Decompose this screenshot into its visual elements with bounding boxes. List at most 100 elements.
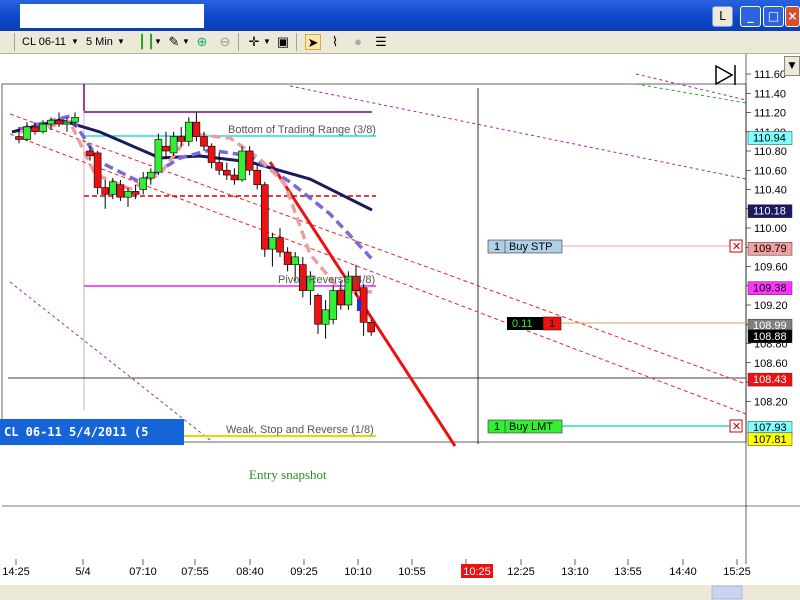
candle <box>101 179 109 209</box>
price-marker-label: 110.94 <box>753 133 786 145</box>
candle-body <box>147 171 155 179</box>
chevron-down-icon[interactable]: ▼ <box>784 56 800 76</box>
zoom-out-icon[interactable]: ⊖ <box>217 34 233 50</box>
price-marker-label: 108.43 <box>753 374 787 386</box>
candle-body <box>223 169 231 176</box>
chart-symbol-label: CL 06-11 5/4/2011 (5 Min) <box>0 419 184 465</box>
drawing-tools-icon[interactable]: ✎ <box>166 34 182 50</box>
candle-body <box>55 119 63 125</box>
y-axis-tick-label: 110.00 <box>754 223 787 235</box>
snapshot-caption: Entry snapshot <box>249 467 327 482</box>
candle <box>268 232 277 267</box>
price-marker-label: 109.79 <box>753 243 787 255</box>
candle-body <box>63 121 71 125</box>
candle-body <box>314 295 322 325</box>
candle <box>314 293 322 334</box>
chevron-down-icon[interactable]: ▼ <box>182 34 190 50</box>
buy-lmt-quantity: 1 <box>494 421 500 433</box>
position-quantity: 1 <box>549 318 555 330</box>
candle-body <box>253 169 261 185</box>
candle-body <box>23 126 31 140</box>
crosshair-icon[interactable]: ✛ <box>246 34 262 50</box>
candle-body <box>101 187 109 195</box>
candle-body <box>192 121 201 137</box>
candle-body <box>162 145 170 152</box>
candle <box>223 162 231 180</box>
candle <box>230 168 239 185</box>
y-axis-tick-label: 110.80 <box>754 146 787 158</box>
chevron-down-icon[interactable]: ▼ <box>154 34 162 50</box>
play-icon <box>715 64 734 86</box>
x-axis-tick-label: 12:25 <box>507 566 535 578</box>
candle-body <box>185 121 193 142</box>
x-axis-tick-label: 14:40 <box>669 566 697 578</box>
candle-body <box>359 287 368 323</box>
candle <box>253 165 261 190</box>
candle <box>321 300 330 339</box>
annotation-pivot: Pivot, Reverse (4/8) <box>278 274 375 286</box>
horizontal-scrollbar <box>0 585 800 600</box>
title-bar: L _ □ × <box>0 0 800 31</box>
maximize-icon[interactable]: □ <box>763 6 784 27</box>
annotation-weak-stop: Weak, Stop and Reverse (1/8) <box>226 424 374 436</box>
candle-body <box>260 184 269 250</box>
candle-body <box>245 150 254 171</box>
candle-body <box>124 191 132 198</box>
channel-line-upper <box>9 113 747 385</box>
price-marker-label: 108.88 <box>753 331 787 343</box>
candle <box>260 181 269 257</box>
candle-body <box>169 136 178 154</box>
x-axis-tick-label: 07:55 <box>181 566 209 578</box>
candle <box>147 168 155 185</box>
blue-marker <box>357 299 361 311</box>
candle-body <box>116 184 125 198</box>
chevron-down-icon[interactable]: ▼ <box>71 34 79 50</box>
price-chart[interactable]: Bottom of Trading Range (3/8) Pivot, Reve… <box>0 54 800 600</box>
candle <box>207 143 216 169</box>
trend-line-top-right <box>635 73 747 101</box>
candle <box>185 117 193 147</box>
minimize-icon[interactable]: _ <box>740 6 761 27</box>
chart-canvas[interactable]: Bottom of Trading Range (3/8) Pivot, Reve… <box>0 54 800 600</box>
candle <box>215 152 223 176</box>
candle-body <box>230 174 239 181</box>
data-box-icon[interactable]: ☰ <box>373 34 389 50</box>
strategy-icon[interactable]: ➤ <box>305 34 321 50</box>
y-axis-tick-label: 108.20 <box>754 396 788 408</box>
y-axis-tick-label: 110.40 <box>754 185 787 197</box>
y-axis-tick-label: 111.40 <box>754 88 786 100</box>
window-title-field <box>20 4 204 28</box>
price-marker-label: 109.38 <box>753 283 787 295</box>
candle <box>245 146 254 176</box>
candle-body <box>139 177 147 190</box>
candle-body <box>336 290 345 306</box>
candle-body <box>207 145 216 163</box>
chart-toolbar: CL 06-11 ▼ 5 Min ▼ ┃ ┃ ▼ ✎ ▼ ⊕ ⊖ ✛ ▼ ▣ ➤… <box>0 31 800 54</box>
interval-selector[interactable]: 5 Min <box>86 34 113 50</box>
chevron-down-icon[interactable]: ▼ <box>117 34 125 50</box>
zoom-in-icon[interactable]: ⊕ <box>194 34 210 50</box>
y-axis-tick-label: 109.60 <box>754 262 788 274</box>
candle <box>238 146 246 182</box>
x-axis-tick-label: 13:10 <box>561 566 589 578</box>
x-axis-tick-label: 10:10 <box>344 566 372 578</box>
disabled-circle-icon: ● <box>354 34 362 49</box>
instrument-selector[interactable]: CL 06-11 <box>22 34 66 50</box>
properties-icon[interactable]: ▣ <box>275 34 291 50</box>
layout-button[interactable]: L <box>712 6 733 27</box>
candle-body <box>93 152 102 188</box>
candle <box>177 126 185 147</box>
close-icon[interactable]: × <box>785 6 800 27</box>
indicators-icon[interactable]: ⌇ <box>327 34 343 50</box>
candle-body <box>276 237 284 253</box>
price-marker-label: 110.18 <box>753 206 786 218</box>
y-axis-tick-label: 110.60 <box>754 165 787 177</box>
candle-body <box>86 150 94 157</box>
y-axis-tick-label: 111.20 <box>754 108 786 120</box>
current-time-label: 10:25 <box>463 566 491 578</box>
x-axis-tick-label: 5/4 <box>75 566 90 578</box>
annotation-bottom-of-range: Bottom of Trading Range (3/8) <box>228 124 376 136</box>
chevron-down-icon[interactable]: ▼ <box>263 34 271 50</box>
buy-lmt-label: Buy LMT <box>509 421 553 433</box>
candle-body <box>238 150 246 181</box>
